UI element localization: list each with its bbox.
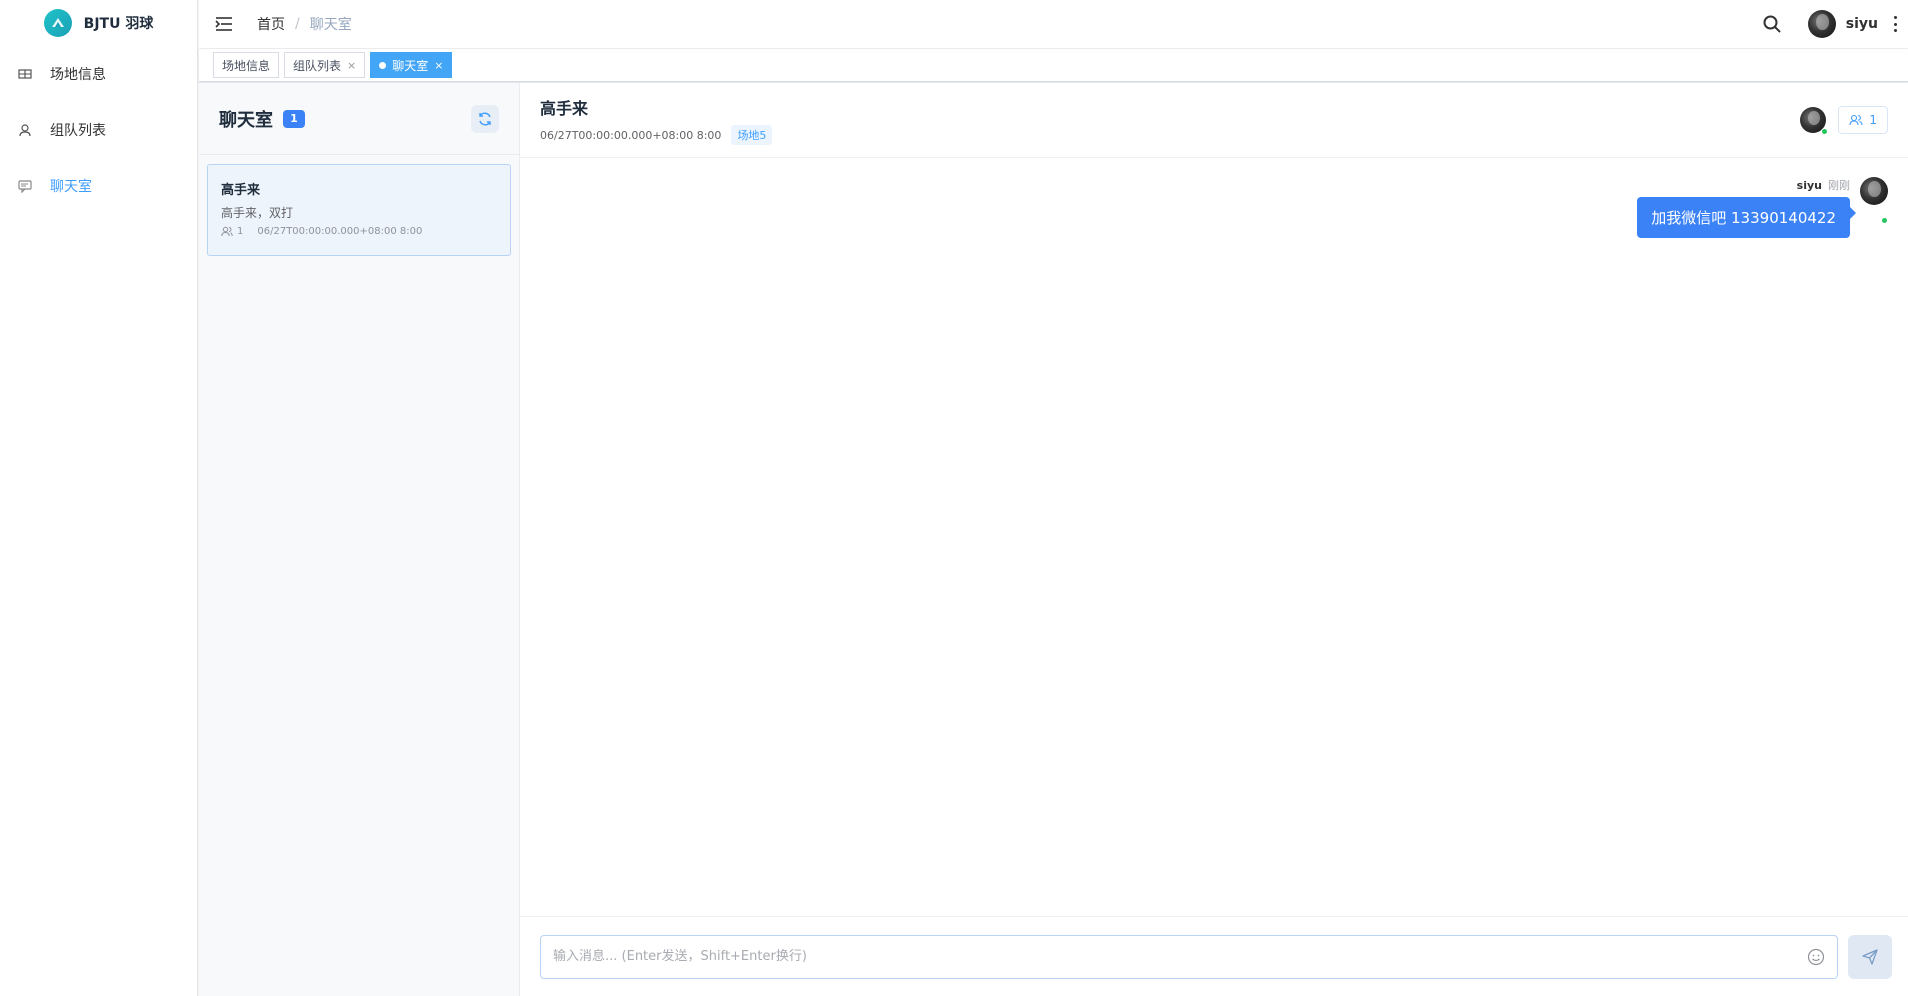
chat-panel: 高手来 06/27T00:00:00.000+08:00 8:00 场地5 1 …	[520, 83, 1908, 996]
user-avatar[interactable]	[1807, 10, 1836, 38]
send-icon	[1862, 948, 1878, 965]
header-right: siyu	[1762, 10, 1908, 38]
sender-avatar[interactable]	[1860, 177, 1888, 205]
logo[interactable]: BJTU 羽球	[0, 0, 197, 46]
room-list-panel: 聊天室 1 高手来 高手来，双打 1 06/27T00:00:00.000+08…	[199, 83, 520, 996]
chat-header: 高手来 06/27T00:00:00.000+08:00 8:00 场地5 1	[520, 83, 1908, 158]
tag-label: 聊天室	[392, 58, 429, 73]
message-bubble: 加我微信吧 13390140422	[1637, 197, 1856, 238]
close-icon[interactable]: ×	[434, 59, 443, 72]
message-sender: siyu	[1796, 178, 1822, 192]
more-vertical-icon[interactable]	[1892, 16, 1898, 32]
sidebar-item-label: 聊天室	[50, 179, 92, 195]
online-status-dot	[1821, 128, 1829, 135]
member-avatar-wrap	[1800, 107, 1829, 135]
top-navbar: 首页 / 聊天室 siyu	[199, 0, 1908, 49]
message-body: siyu 刚刚 加我微信吧 13390140422	[1637, 177, 1856, 238]
search-icon[interactable]	[1762, 14, 1782, 34]
sidebar-item-label: 场地信息	[50, 67, 106, 83]
tags-view: 场地信息 组队列表 × 聊天室 ×	[199, 49, 1908, 82]
chat-title: 高手来	[540, 99, 589, 118]
sidebar-item-venues[interactable]: 场地信息	[0, 46, 197, 102]
breadcrumb: 首页 / 聊天室	[257, 14, 352, 34]
chat-header-info: 高手来 06/27T00:00:00.000+08:00 8:00 场地5	[540, 95, 773, 145]
user-icon	[19, 124, 31, 137]
chat-header-actions: 1	[1800, 106, 1888, 135]
shuttlecock-logo-icon	[43, 9, 72, 37]
room-member-count: 1	[237, 226, 244, 237]
message-input[interactable]	[553, 949, 1807, 964]
venue-icon	[18, 69, 32, 79]
emoji-icon[interactable]	[1807, 948, 1825, 966]
sidebar-menu: 场地信息 组队列表 聊天室	[0, 46, 197, 214]
logo-text: BJTU 羽球	[83, 16, 154, 32]
refresh-icon	[479, 112, 491, 125]
chat-icon	[18, 180, 32, 193]
sidebar-item-chatroom[interactable]: 聊天室	[0, 158, 197, 214]
breadcrumb-home[interactable]: 首页	[257, 14, 285, 34]
send-button[interactable]	[1848, 934, 1892, 979]
room-list-title: 聊天室	[219, 109, 273, 131]
refresh-button[interactable]	[471, 104, 499, 133]
sender-avatar-wrap	[1860, 177, 1888, 224]
tag-label: 组队列表	[293, 58, 342, 73]
message-time: 刚刚	[1828, 179, 1850, 192]
menu-toggle-icon[interactable]	[215, 15, 233, 33]
sidebar-item-label: 组队列表	[50, 123, 106, 139]
chat-datetime: 06/27T00:00:00.000+08:00 8:00	[540, 128, 722, 142]
message-meta: siyu 刚刚	[1797, 177, 1850, 193]
chat-subinfo: 06/27T00:00:00.000+08:00 8:00 场地5	[540, 125, 773, 145]
breadcrumb-separator: /	[295, 16, 300, 32]
room-name: 高手来	[221, 183, 261, 198]
members-icon	[221, 226, 233, 237]
members-button[interactable]: 1	[1838, 106, 1888, 134]
members-icon	[1849, 114, 1863, 126]
message-composer	[520, 916, 1908, 996]
room-list-item[interactable]: 高手来 高手来，双打 1 06/27T00:00:00.000+08:00 8:…	[207, 164, 511, 256]
room-count-badge: 1	[283, 109, 305, 128]
user-name[interactable]: siyu	[1846, 16, 1878, 32]
tag-label: 场地信息	[222, 58, 271, 73]
sidebar: BJTU 羽球 场地信息 组队列表 聊天室	[0, 0, 198, 996]
tag-venues[interactable]: 场地信息	[213, 52, 280, 78]
message-input-wrap	[540, 934, 1838, 979]
room-meta: 1 06/27T00:00:00.000+08:00 8:00	[221, 226, 497, 237]
tag-chatroom[interactable]: 聊天室 ×	[370, 52, 453, 78]
active-dot-icon	[379, 61, 387, 69]
sidebar-item-teams[interactable]: 组队列表	[0, 102, 197, 158]
message-item: siyu 刚刚 加我微信吧 13390140422	[1637, 177, 1888, 238]
member-count: 1	[1869, 113, 1877, 127]
venue-tag: 场地5	[731, 125, 773, 145]
room-date: 06/27T00:00:00.000+08:00 8:00	[257, 226, 423, 237]
message-list[interactable]: siyu 刚刚 加我微信吧 13390140422	[520, 159, 1908, 916]
room-list-header: 聊天室 1	[199, 83, 519, 155]
close-icon[interactable]: ×	[347, 59, 356, 72]
tag-teams[interactable]: 组队列表 ×	[284, 52, 366, 78]
room-description: 高手来，双打	[221, 206, 294, 220]
breadcrumb-current: 聊天室	[309, 17, 352, 33]
online-status-dot	[1881, 217, 1888, 224]
